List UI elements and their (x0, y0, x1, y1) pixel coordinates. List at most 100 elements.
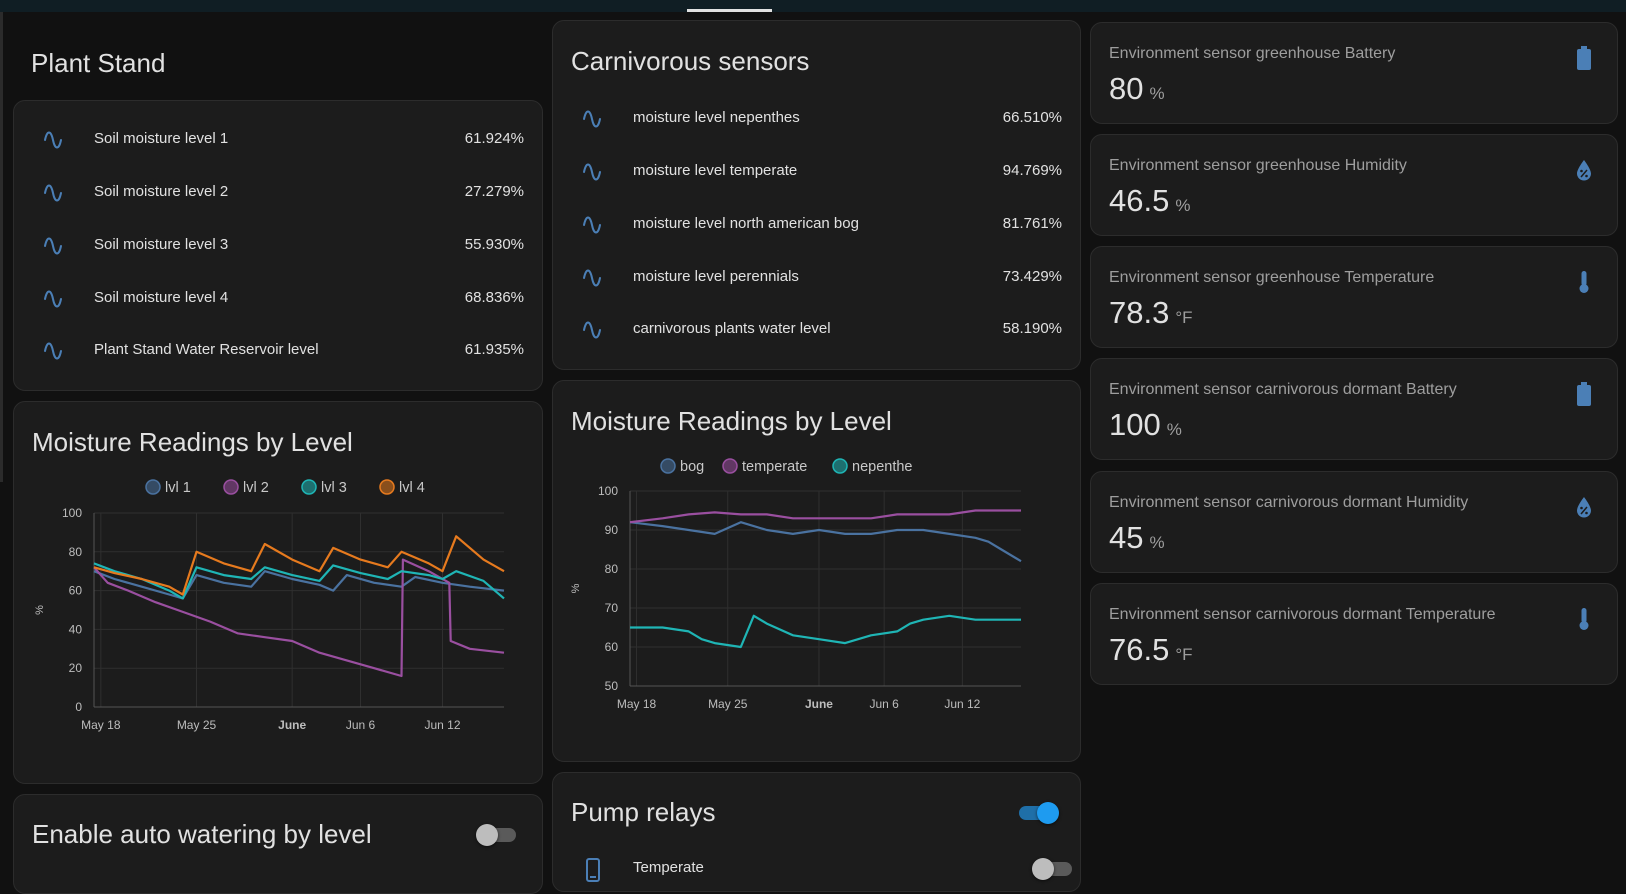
pump-relays-master-toggle[interactable] (1015, 799, 1059, 827)
entity-value: 61.924% (464, 130, 524, 147)
sensor-tile-greenhouse-temperature[interactable]: Environment sensor greenhouse Temperatur… (1090, 246, 1618, 348)
entity-row[interactable]: Soil moisture level 2 27.279% (14, 173, 542, 213)
entity-row[interactable]: moisture level temperate 94.769% (553, 152, 1080, 192)
sensor-tile-dormant-humidity[interactable]: Environment sensor carnivorous dormant H… (1090, 471, 1618, 573)
x-tick-label: May 25 (177, 718, 217, 732)
carnivorous-sensors-title: Carnivorous sensors (571, 46, 810, 76)
y-tick-label: 20 (69, 661, 83, 675)
chart-legend: bog temperate nepenthe (660, 458, 912, 475)
sensor-name: Environment sensor greenhouse Battery (1109, 45, 1396, 62)
y-tick-label: 80 (605, 562, 619, 576)
moisture-line-chart: lvl 1 lvl 2 lvl 3 lvl 4 0 20 40 60 80 100 May 18 Ma… (34, 479, 505, 732)
humidity-icon (1573, 157, 1595, 183)
moisture-chart-card-right: Moisture Readings by Level bog temperate n… (552, 380, 1081, 762)
sensor-tile-dormant-battery[interactable]: Environment sensor carnivorous dormant B… (1090, 358, 1618, 460)
entity-value: 55.930% (464, 236, 524, 253)
active-tab-indicator (687, 9, 772, 12)
sensor-number: 46.5 (1109, 183, 1170, 218)
plant-stand-card: Soil moisture level 1 61.924% Soil moist… (13, 100, 543, 391)
x-tick-label: May 18 (617, 697, 657, 711)
sine-wave-icon (40, 128, 68, 152)
humidity-icon (1573, 494, 1595, 520)
y-tick-label: 100 (62, 506, 82, 520)
sensor-value: 46.5% (1109, 183, 1190, 219)
y-tick-label: 0 (75, 700, 82, 714)
auto-watering-title: Enable auto watering by level (32, 819, 372, 849)
legend-swatch (660, 458, 676, 474)
sine-wave-icon (40, 181, 68, 205)
entity-row[interactable]: moisture level perennials 73.429% (553, 258, 1080, 298)
entity-row[interactable]: Soil moisture level 4 68.836% (14, 279, 542, 319)
phone-icon (579, 857, 607, 882)
x-tick-label: Jun 12 (424, 718, 460, 732)
entity-value: 81.761% (1002, 215, 1062, 232)
entity-row[interactable]: Plant Stand Water Reservoir level 61.935… (14, 331, 542, 371)
x-tick-label: May 25 (708, 697, 748, 711)
sensor-number: 100 (1109, 407, 1161, 442)
entity-name: carnivorous plants water level (633, 320, 831, 337)
sensor-name: Environment sensor carnivorous dormant H… (1109, 494, 1469, 511)
sensor-tile-greenhouse-humidity[interactable]: Environment sensor greenhouse Humidity 4… (1090, 134, 1618, 236)
legend-swatch (301, 479, 317, 495)
sensor-unit: °F (1175, 645, 1193, 664)
auto-watering-toggle[interactable] (476, 821, 520, 849)
entity-row[interactable]: Soil moisture level 3 55.930% (14, 226, 542, 266)
sensor-number: 78.3 (1109, 295, 1170, 330)
entity-name: Soil moisture level 3 (94, 236, 229, 253)
sensor-unit: % (1149, 533, 1165, 552)
entity-row[interactable]: moisture level nepenthes 66.510% (553, 99, 1080, 139)
x-tick-label: Jun 6 (346, 718, 376, 732)
sensor-value: 80% (1109, 71, 1165, 107)
entity-name: moisture level north american bog (633, 215, 859, 232)
sine-wave-icon (579, 318, 607, 342)
entity-row[interactable]: carnivorous plants water level 58.190% (553, 310, 1080, 350)
legend-label: temperate (742, 459, 807, 475)
thermometer-icon (1573, 606, 1595, 632)
entity-name: Soil moisture level 2 (94, 183, 229, 200)
y-tick-label: 100 (598, 484, 618, 498)
x-tick-label: Jun 6 (869, 697, 899, 711)
sine-wave-icon (579, 213, 607, 237)
entity-row[interactable]: Soil moisture level 1 61.924% (14, 120, 542, 160)
pump-relays-title: Pump relays (571, 797, 716, 827)
pump-relays-card: Pump relays Temperate (552, 772, 1081, 892)
legend-label: bog (680, 459, 704, 475)
battery-icon (1573, 381, 1595, 407)
y-axis-label: % (34, 605, 46, 615)
top-app-bar (0, 0, 1626, 12)
sensor-tile-dormant-temperature[interactable]: Environment sensor carnivorous dormant T… (1090, 583, 1618, 685)
chart-legend: lvl 1 lvl 2 lvl 3 lvl 4 (145, 479, 425, 496)
sine-wave-icon (40, 287, 68, 311)
legend-label: lvl 3 (321, 480, 347, 496)
sensor-unit: °F (1175, 308, 1193, 327)
sensor-value: 76.5 °F (1109, 632, 1193, 668)
entity-row[interactable]: moisture level north american bog 81.761… (553, 205, 1080, 245)
entity-value: 68.836% (464, 289, 524, 306)
legend-label: lvl 4 (399, 480, 425, 496)
battery-icon (1573, 45, 1595, 71)
sine-wave-icon (40, 339, 68, 363)
entity-value: 61.935% (464, 341, 524, 358)
sensor-name: Environment sensor carnivorous dormant T… (1109, 606, 1496, 623)
entity-name: Soil moisture level 1 (94, 130, 229, 147)
x-tick-label: May 18 (81, 718, 121, 732)
entity-value: 73.429% (1002, 268, 1062, 285)
legend-swatch (379, 479, 395, 495)
x-tick-label: June (805, 697, 833, 711)
y-tick-label: 60 (605, 640, 619, 654)
sidebar-edge (0, 12, 3, 482)
x-tick-label: Jun 12 (944, 697, 980, 711)
entity-value: 94.769% (1002, 162, 1062, 179)
legend-label: nepenthe (852, 459, 912, 475)
y-tick-label: 90 (605, 523, 619, 537)
entity-name: Temperate (633, 859, 704, 876)
legend-label: lvl 1 (165, 480, 191, 496)
pump-relay-row[interactable]: Temperate (553, 849, 1080, 889)
sensor-tile-greenhouse-battery[interactable]: Environment sensor greenhouse Battery 80… (1090, 22, 1618, 124)
y-axis-label: % (570, 583, 582, 593)
auto-watering-card: Enable auto watering by level (13, 794, 543, 894)
sine-wave-icon (579, 266, 607, 290)
sensor-value: 45% (1109, 520, 1165, 556)
temperate-relay-toggle[interactable] (1032, 855, 1076, 883)
sensor-number: 76.5 (1109, 632, 1170, 667)
